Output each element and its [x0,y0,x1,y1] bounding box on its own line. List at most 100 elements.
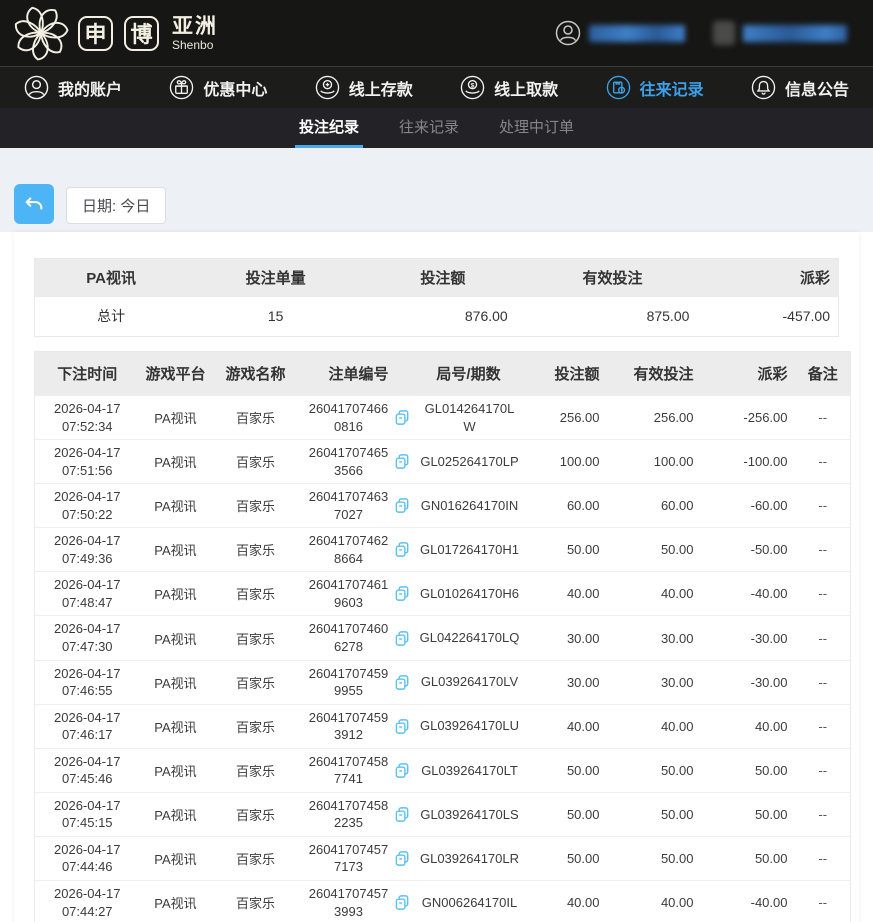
game-cell: 百家乐 [212,484,300,528]
bet-amount-cell: 50.00 [520,836,608,880]
summary-valid: 875.00 [522,297,704,337]
nav-item-records[interactable]: 往来记录 [606,75,704,100]
table-row: 2026-04-1707:52:34 PA视讯 百家乐 260417074660… [35,396,851,440]
platform-cell: PA视讯 [140,528,212,572]
col-header-platform: 游戏平台 [140,352,212,396]
payout-cell: -60.00 [702,484,796,528]
copy-icon[interactable] [394,630,411,647]
platform-cell: PA视讯 [140,748,212,792]
table-row: 2026-04-1707:50:22 PA视讯 百家乐 260417074637… [35,484,851,528]
note-cell: -- [796,660,851,704]
wallet-icon-redacted [713,21,735,45]
order-cell: 260417074573993 [300,881,418,922]
filter-bar: 日期: 今日 [0,148,873,232]
order-cell: 260417074593912 [300,704,418,748]
page: 申 博 亚洲 Shenbo 我的账户 [0,0,873,922]
nav-label: 往来记录 [640,76,704,100]
order-cell: 260417074619603 [300,572,418,616]
valid-bet-cell: 60.00 [608,484,702,528]
platform-cell: PA视讯 [140,396,212,440]
valid-bet-cell: 30.00 [608,660,702,704]
username-group[interactable] [555,20,685,46]
tab-bet-records[interactable]: 投注纪录 [295,108,363,148]
copy-icon[interactable] [394,453,411,470]
tab-transaction-records[interactable]: 往来记录 [395,108,463,148]
bet-amount-cell: 40.00 [520,572,608,616]
copy-icon[interactable] [394,718,411,735]
summary-header-platform: PA视讯 [35,259,188,297]
game-cell: 百家乐 [212,616,300,660]
note-cell: -- [796,484,851,528]
bet-time-cell: 2026-04-1707:50:22 [35,484,140,528]
brand-logo[interactable]: 申 博 亚洲 Shenbo [10,2,218,64]
table-row: 2026-04-1707:44:46 PA视讯 百家乐 260417074577… [35,836,851,880]
table-row: 2026-04-1707:46:55 PA视讯 百家乐 260417074599… [35,660,851,704]
platform-cell: PA视讯 [140,704,212,748]
order-cell: 260417074587741 [300,748,418,792]
tab-pending-orders[interactable]: 处理中订单 [495,108,578,148]
back-button[interactable] [14,184,54,224]
note-cell: -- [796,440,851,484]
note-cell: -- [796,572,851,616]
order-cell: 260417074637027 [300,484,418,528]
summary-table: PA视讯 投注单量 投注额 有效投注 派彩 总计 15 876.00 875.0… [34,258,839,337]
bet-time-cell: 2026-04-1707:48:47 [35,572,140,616]
table-row: 2026-04-1707:44:27 PA视讯 百家乐 260417074573… [35,881,851,922]
nav-item-withdraw[interactable]: $ 线上取款 [460,75,558,100]
nav-label: 线上存款 [349,76,413,100]
svg-text:$: $ [471,82,475,89]
col-header-note: 备注 [796,352,851,396]
bet-time-cell: 2026-04-1707:46:55 [35,660,140,704]
col-header-order: 注单编号 [300,352,418,396]
summary-row: 总计 15 876.00 875.00 -457.00 [35,297,839,337]
payout-cell: 50.00 [702,748,796,792]
summary-bet: 876.00 [364,297,522,337]
user-avatar-icon [555,20,581,46]
payout-cell: -30.00 [702,616,796,660]
table-row: 2026-04-1707:49:36 PA视讯 百家乐 260417074628… [35,528,851,572]
nav-item-announcements[interactable]: 信息公告 [751,75,849,100]
col-header-payout: 派彩 [702,352,796,396]
copy-icon[interactable] [394,497,411,514]
summary-header-valid: 有效投注 [522,259,704,297]
copy-icon[interactable] [394,674,411,691]
balance-redacted [743,25,847,42]
copy-icon[interactable] [394,894,411,911]
copy-icon[interactable] [394,409,411,426]
copy-icon[interactable] [394,850,411,867]
platform-cell: PA视讯 [140,792,212,836]
note-cell: -- [796,528,851,572]
valid-bet-cell: 50.00 [608,792,702,836]
nav-item-promotions[interactable]: 优惠中心 [169,75,267,100]
order-cell: 260417074660816 [300,396,418,440]
valid-bet-cell: 30.00 [608,616,702,660]
copy-icon[interactable] [394,806,411,823]
game-cell: 百家乐 [212,660,300,704]
payout-cell: -40.00 [702,881,796,922]
username-redacted [589,25,685,42]
bet-time-cell: 2026-04-1707:44:46 [35,836,140,880]
platform-cell: PA视讯 [140,484,212,528]
nav-item-my-account[interactable]: 我的账户 [24,75,122,100]
summary-header-bet: 投注额 [364,259,522,297]
date-filter[interactable]: 日期: 今日 [66,187,166,224]
copy-icon[interactable] [394,541,411,558]
bet-amount-cell: 256.00 [520,396,608,440]
copy-icon[interactable] [394,585,411,602]
bet-amount-cell: 40.00 [520,881,608,922]
copy-icon[interactable] [394,762,411,779]
balance-group[interactable] [713,21,847,45]
valid-bet-cell: 40.00 [608,881,702,922]
game-cell: 百家乐 [212,440,300,484]
order-cell: 260417074582235 [300,792,418,836]
logo-char-shen: 申 [78,16,113,51]
order-cell: 260417074653566 [300,440,418,484]
bet-time-cell: 2026-04-1707:46:17 [35,704,140,748]
game-cell: 百家乐 [212,396,300,440]
main-nav: 我的账户 优惠中心 线上存款 $ 线上取款 往来记录 [0,66,873,108]
payout-cell: -256.00 [702,396,796,440]
summary-total-label: 总计 [35,297,188,337]
col-header-round: 局号/期数 [418,352,520,396]
bet-time-cell: 2026-04-1707:44:27 [35,881,140,922]
nav-item-deposit[interactable]: 线上存款 [315,75,413,100]
